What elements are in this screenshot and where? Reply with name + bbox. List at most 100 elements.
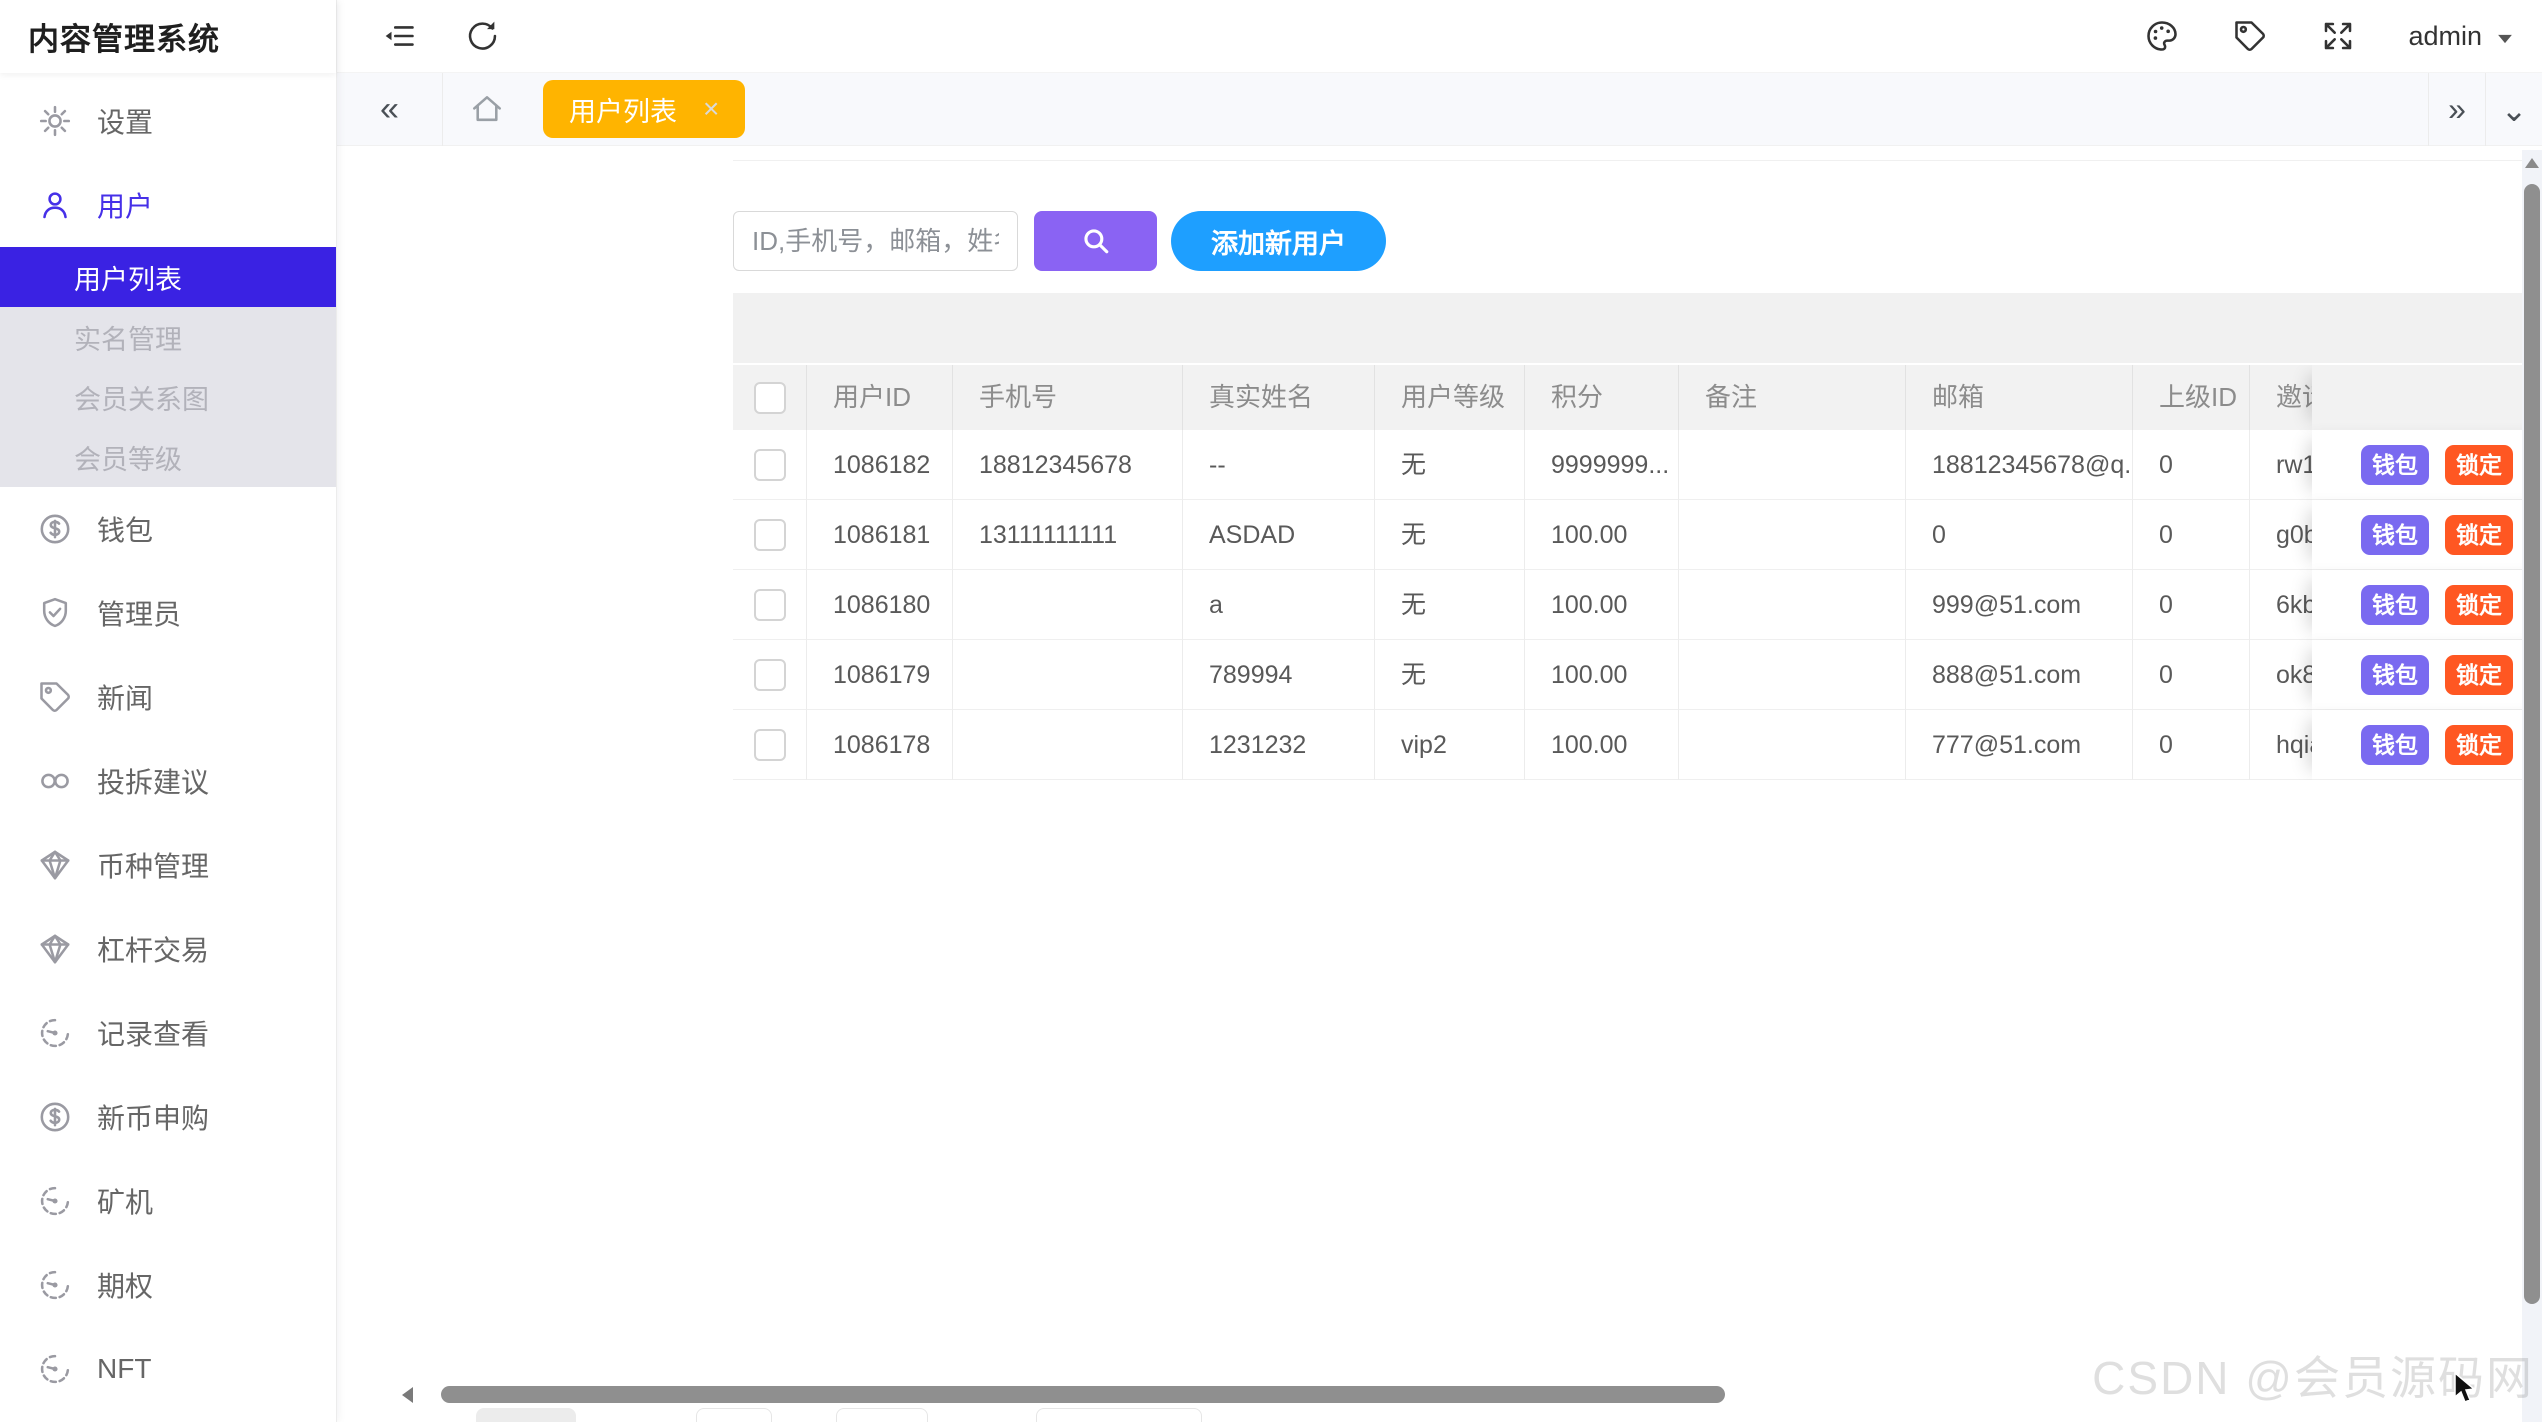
sidebar-item-label: 投拆建议 — [97, 761, 209, 801]
add-user-button[interactable]: 添加新用户 — [1171, 211, 1386, 271]
fullscreen-icon[interactable] — [2320, 18, 2356, 54]
cell-remark — [1679, 710, 1906, 780]
cell-level: vip2 — [1375, 710, 1525, 780]
vertical-scrollbar-thumb[interactable] — [2524, 184, 2540, 1304]
sidebar-item-11[interactable]: 期权 — [0, 1243, 336, 1327]
sidebar-item-label: 新币申购 — [97, 1097, 209, 1137]
action-button-锁定[interactable]: 锁定 — [2445, 515, 2513, 555]
sidebar-item-1[interactable]: 用户 — [0, 163, 336, 247]
cell-real_name: -- — [1183, 430, 1375, 500]
tag-icon — [37, 679, 73, 715]
row-checkbox[interactable] — [754, 659, 786, 691]
column-header-user_id: 用户ID — [807, 365, 953, 430]
tag-icon[interactable] — [2232, 18, 2268, 54]
row-checkbox[interactable] — [754, 729, 786, 761]
pagination-page-button[interactable] — [836, 1408, 928, 1422]
collapse-sidebar-icon[interactable] — [381, 18, 417, 54]
row-checkbox[interactable] — [754, 449, 786, 481]
diamond-icon — [37, 847, 73, 883]
action-button-钱包[interactable]: 钱包 — [2361, 445, 2429, 485]
sidebar-item-label: 设置 — [97, 101, 153, 141]
dial-icon — [37, 1351, 73, 1387]
cell-remark — [1679, 430, 1906, 500]
horizontal-scrollbar-thumb[interactable] — [441, 1386, 1725, 1403]
scroll-left-arrow-icon[interactable] — [402, 1387, 413, 1403]
tab-user-list[interactable]: 用户列表 × — [543, 80, 745, 138]
submenu-item-0[interactable]: 用户列表 — [0, 247, 336, 307]
action-button-钱包[interactable]: 钱包 — [2361, 585, 2429, 625]
cell-phone — [953, 710, 1183, 780]
horizontal-scrollbar — [396, 1385, 2477, 1405]
tabs-more-icon[interactable]: ⌄ — [2486, 91, 2542, 129]
column-header-parent_id: 上级ID — [2133, 365, 2250, 430]
action-button-钱包[interactable]: 钱包 — [2361, 515, 2429, 555]
cell-user_id: 1086178 — [807, 710, 953, 780]
cell-level: 无 — [1375, 500, 1525, 570]
cell-email: 777@51.com — [1906, 710, 2133, 780]
search-button[interactable] — [1034, 211, 1157, 271]
sidebar-item-6[interactable]: 币种管理 — [0, 823, 336, 907]
mouse-cursor — [2453, 1372, 2479, 1406]
cell-remark — [1679, 640, 1906, 710]
action-button-钱包[interactable]: 钱包 — [2361, 655, 2429, 695]
scroll-up-arrow-icon[interactable] — [2525, 158, 2539, 168]
column-header-level: 用户等级 — [1375, 365, 1525, 430]
row-checkbox[interactable] — [754, 589, 786, 621]
refresh-icon[interactable] — [463, 18, 499, 54]
cell-email: 999@51.com — [1906, 570, 2133, 640]
tabs-scroll-left-icon[interactable]: « — [337, 90, 442, 129]
search-input[interactable] — [733, 211, 1018, 271]
sidebar-submenu: 用户列表实名管理会员关系图会员等级 — [0, 247, 336, 487]
table-row: 1086180a无100.00999@51.com06kbl钱包锁定编辑积分删除 — [733, 570, 2542, 640]
checkbox-cell — [733, 640, 807, 710]
sidebar-item-label: 矿机 — [97, 1181, 153, 1221]
row-checkbox[interactable] — [754, 519, 786, 551]
submenu-item-2[interactable]: 会员关系图 — [0, 367, 336, 427]
column-header-remark: 备注 — [1679, 365, 1906, 430]
home-tab-icon[interactable] — [469, 91, 505, 127]
pagination-page-button[interactable] — [1036, 1408, 1202, 1422]
sidebar-item-12[interactable]: NFT — [0, 1327, 336, 1411]
action-button-锁定[interactable]: 锁定 — [2445, 585, 2513, 625]
cell-phone: 13111111111 — [953, 500, 1183, 570]
submenu-item-3[interactable]: 会员等级 — [0, 427, 336, 487]
pagination-page-button[interactable] — [696, 1408, 772, 1422]
select-all-checkbox[interactable] — [754, 382, 786, 414]
tab-label: 用户列表 — [569, 90, 677, 129]
sidebar-item-label: 杠杆交易 — [97, 929, 209, 969]
sidebar-item-10[interactable]: 矿机 — [0, 1159, 336, 1243]
submenu-item-1[interactable]: 实名管理 — [0, 307, 336, 367]
action-button-锁定[interactable]: 锁定 — [2445, 445, 2513, 485]
theme-palette-icon[interactable] — [2144, 18, 2180, 54]
checkbox-cell — [733, 430, 807, 500]
row-actions: 钱包锁定编辑积分删除 — [2312, 430, 2542, 500]
dial-icon — [37, 1267, 73, 1303]
sidebar-item-8[interactable]: 记录查看 — [0, 991, 336, 1075]
dollar-icon — [37, 1099, 73, 1135]
cell-parent_id: 0 — [2133, 500, 2250, 570]
cell-parent_id: 0 — [2133, 570, 2250, 640]
pagination-page-button[interactable] — [476, 1408, 576, 1422]
cell-real_name: 789994 — [1183, 640, 1375, 710]
sidebar-item-2[interactable]: 钱包 — [0, 487, 336, 571]
cell-phone: 18812345678 — [953, 430, 1183, 500]
cell-points: 100.00 — [1525, 570, 1679, 640]
tabs-scroll-right-icon[interactable]: » — [2429, 91, 2485, 128]
cell-points: 100.00 — [1525, 710, 1679, 780]
sidebar-item-3[interactable]: 管理员 — [0, 571, 336, 655]
sidebar-item-0[interactable]: 设置 — [0, 79, 336, 163]
tab-close-icon[interactable]: × — [703, 93, 719, 125]
sidebar-item-5[interactable]: 投拆建议 — [0, 739, 336, 823]
table-row: 108618113111111111ASDAD无100.0000g0bi钱包锁定… — [733, 500, 2542, 570]
action-button-锁定[interactable]: 锁定 — [2445, 725, 2513, 765]
column-header-real_name: 真实姓名 — [1183, 365, 1375, 430]
cell-email: 888@51.com — [1906, 640, 2133, 710]
action-button-锁定[interactable]: 锁定 — [2445, 655, 2513, 695]
table-row: 1086179789994无100.00888@51.com0ok82钱包锁定编… — [733, 640, 2542, 710]
sidebar-item-9[interactable]: 新币申购 — [0, 1075, 336, 1159]
sidebar-item-4[interactable]: 新闻 — [0, 655, 336, 739]
cell-level: 无 — [1375, 570, 1525, 640]
user-menu[interactable]: admin — [2408, 21, 2516, 52]
action-button-钱包[interactable]: 钱包 — [2361, 725, 2429, 765]
sidebar-item-7[interactable]: 杠杆交易 — [0, 907, 336, 991]
